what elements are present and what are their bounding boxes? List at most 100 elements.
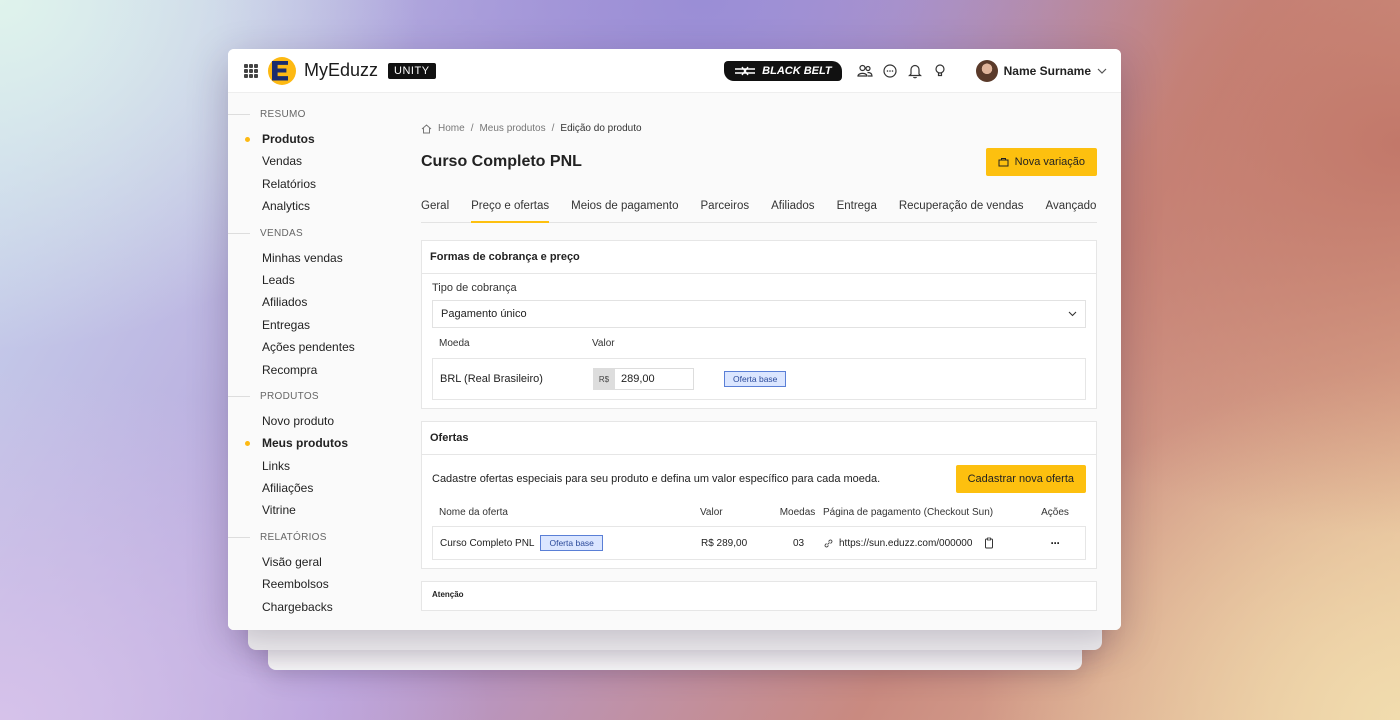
sidebar-section-title: RELATÓRIOS xyxy=(228,532,398,543)
offer-name-header: Nome da oferta xyxy=(439,507,508,518)
new-variation-button[interactable]: Nova variação xyxy=(985,148,1097,176)
brand-name: MyEduzz xyxy=(304,60,379,80)
sidebar-item-analytics[interactable]: Analytics xyxy=(228,195,398,217)
users-icon[interactable] xyxy=(854,60,876,82)
tab-parceiros[interactable]: Parceiros xyxy=(701,194,750,222)
tab-entrega[interactable]: Entrega xyxy=(837,194,877,222)
more-actions-icon[interactable]: ··· xyxy=(1032,536,1078,550)
app-window: MyEduzz UNITY BLACK BELT Name Surname RE… xyxy=(228,49,1121,630)
sidebar-item-entregas[interactable]: Entregas xyxy=(228,314,398,336)
attention-title: Atenção xyxy=(432,590,464,599)
lightbulb-icon[interactable] xyxy=(929,60,951,82)
sidebar-item-visao-geral[interactable]: Visão geral xyxy=(228,551,398,573)
value-column-header: Valor xyxy=(592,338,615,349)
offer-actions-header: Ações xyxy=(1041,507,1069,518)
currency-row: BRL (Real Brasileiro) R$ 289,00 Oferta b… xyxy=(432,358,1086,400)
chat-icon[interactable] xyxy=(879,60,901,82)
copy-icon[interactable] xyxy=(984,537,994,549)
sidebar-section-title: PRODUTOS xyxy=(228,391,398,402)
eduzz-logo-icon xyxy=(268,56,298,85)
top-bar: MyEduzz UNITY BLACK BELT Name Surname xyxy=(228,49,1121,93)
attention-panel: Atenção xyxy=(421,581,1097,611)
sidebar-item-vitrine[interactable]: Vitrine xyxy=(228,499,398,521)
offer-currencies: 03 xyxy=(792,537,805,549)
grid-icon[interactable] xyxy=(244,63,258,78)
sidebar-section: VENDAS Minhas vendas Leads Afiliados Entrega… xyxy=(228,228,398,381)
offer-name: Curso Completo PNL xyxy=(440,537,535,549)
sidebar-item-produtos[interactable]: Produtos xyxy=(228,128,398,150)
tab-recuperacao-de-vendas[interactable]: Recuperação de vendas xyxy=(899,194,1024,222)
sidebar-section-label: RELATÓRIOS xyxy=(260,531,327,543)
sidebar-section: PRODUTOS Novo produto Meus produtos Links Af… xyxy=(228,391,398,522)
sidebar-section: RELATÓRIOS Visão geral Reembolsos Chargebac… xyxy=(228,532,398,618)
offers-table-header: Nome da oferta Valor Moedas Página de pa… xyxy=(432,507,1086,518)
breadcrumb: Home / Meus produtos / Edição do produto xyxy=(421,123,1097,134)
sidebar-section: RESUMO Produtos Vendas Relatórios Analytics xyxy=(228,109,398,218)
table-row: Curso Completo PNL Oferta base R$ 289,00… xyxy=(432,526,1086,560)
sidebar-item-acoes-pendentes[interactable]: Ações pendentes xyxy=(228,336,398,358)
tab-meios-de-pagamento[interactable]: Meios de pagamento xyxy=(571,194,678,222)
tab-afiliados[interactable]: Afiliados xyxy=(771,194,814,222)
sidebar-section-title: VENDAS xyxy=(228,228,398,239)
billing-type-select[interactable]: Pagamento único xyxy=(432,300,1086,328)
offer-page-header: Página de pagamento (Checkout Sun) xyxy=(823,507,994,518)
pricing-title: Formas de cobrança e preço xyxy=(422,241,1096,274)
sidebar-item-meus-produtos[interactable]: Meus produtos xyxy=(228,432,398,454)
checkout-url[interactable]: https://sun.eduzz.com/000000 xyxy=(839,538,972,549)
chevron-down-icon xyxy=(1097,68,1107,74)
page-title: Curso Completo PNL xyxy=(421,153,582,170)
sidebar-item-reembolsos[interactable]: Reembolsos xyxy=(228,573,398,595)
sidebar-item-chargebacks[interactable]: Chargebacks xyxy=(228,596,398,618)
sidebar-section-title: RESUMO xyxy=(228,109,398,120)
tab-avancado[interactable]: Avançado xyxy=(1046,194,1097,222)
blackbelt-label: BLACK BELT xyxy=(762,64,832,77)
sidebar-item-links[interactable]: Links xyxy=(228,455,398,477)
offer-currencies-header: Moedas xyxy=(779,507,816,518)
blackbelt-badge[interactable]: BLACK BELT xyxy=(724,60,842,81)
tab-geral[interactable]: Geral xyxy=(421,194,449,222)
user-name: Name Surname xyxy=(1003,63,1091,78)
bag-icon xyxy=(998,158,1009,167)
sidebar-item-recompra[interactable]: Recompra xyxy=(228,359,398,381)
billing-type-label: Tipo de cobrança xyxy=(432,282,517,294)
breadcrumb-current: Edição do produto xyxy=(560,123,642,134)
offers-title: Ofertas xyxy=(422,422,1096,455)
base-offer-badge: Oferta base xyxy=(540,535,603,551)
sidebar-item-leads[interactable]: Leads xyxy=(228,269,398,291)
sidebar-item-afiliados[interactable]: Afiliados xyxy=(228,291,398,313)
user-menu[interactable]: Name Surname xyxy=(975,59,1107,82)
billing-type-value: Pagamento único xyxy=(441,308,527,320)
sidebar-item-vendas[interactable]: Vendas xyxy=(228,150,398,172)
unity-badge: UNITY xyxy=(388,62,436,79)
home-icon xyxy=(421,123,432,133)
sidebar-item-novo-produto[interactable]: Novo produto xyxy=(228,410,398,432)
product-tabs: Geral Preço e ofertas Meios de pagamento Pa… xyxy=(421,194,1097,223)
sidebar-section-label: VENDAS xyxy=(260,227,303,239)
sidebar: RESUMO Produtos Vendas Relatórios Analytics V… xyxy=(228,93,398,630)
main-content: Home / Meus produtos / Edição do produto… xyxy=(398,93,1121,630)
breadcrumb-separator: / xyxy=(470,123,474,134)
offers-panel: Ofertas Cadastre ofertas especiais para … xyxy=(421,421,1097,569)
price-input[interactable]: 289,00 xyxy=(615,368,694,390)
belt-icon xyxy=(735,66,756,75)
breadcrumb-products[interactable]: Meus produtos xyxy=(479,123,545,134)
currency-name: BRL (Real Brasileiro) xyxy=(440,373,543,385)
chevron-down-icon xyxy=(1068,311,1077,317)
pricing-panel: Formas de cobrança e preço Tipo de cobra… xyxy=(421,240,1097,409)
sidebar-section-label: RESUMO xyxy=(260,109,306,120)
bell-icon[interactable] xyxy=(904,60,926,82)
breadcrumb-separator: / xyxy=(551,123,555,134)
currency-column-header: Moeda xyxy=(439,338,470,349)
sidebar-section-label: PRODUTOS xyxy=(260,390,319,402)
sidebar-item-relatorios[interactable]: Relatórios xyxy=(228,173,398,195)
tab-preco-e-ofertas[interactable]: Preço e ofertas xyxy=(471,194,549,223)
sidebar-item-afiliacoes[interactable]: Afiliações xyxy=(228,477,398,499)
currency-prefix: R$ xyxy=(593,368,615,390)
avatar xyxy=(975,59,998,82)
breadcrumb-home[interactable]: Home xyxy=(438,123,465,134)
offer-value-header: Valor xyxy=(700,507,723,518)
offers-description: Cadastre ofertas especiais para seu prod… xyxy=(432,473,881,485)
new-offer-button[interactable]: Cadastrar nova oferta xyxy=(955,465,1086,493)
sidebar-item-minhas-vendas[interactable]: Minhas vendas xyxy=(228,247,398,269)
new-variation-label: Nova variação xyxy=(1014,156,1085,168)
